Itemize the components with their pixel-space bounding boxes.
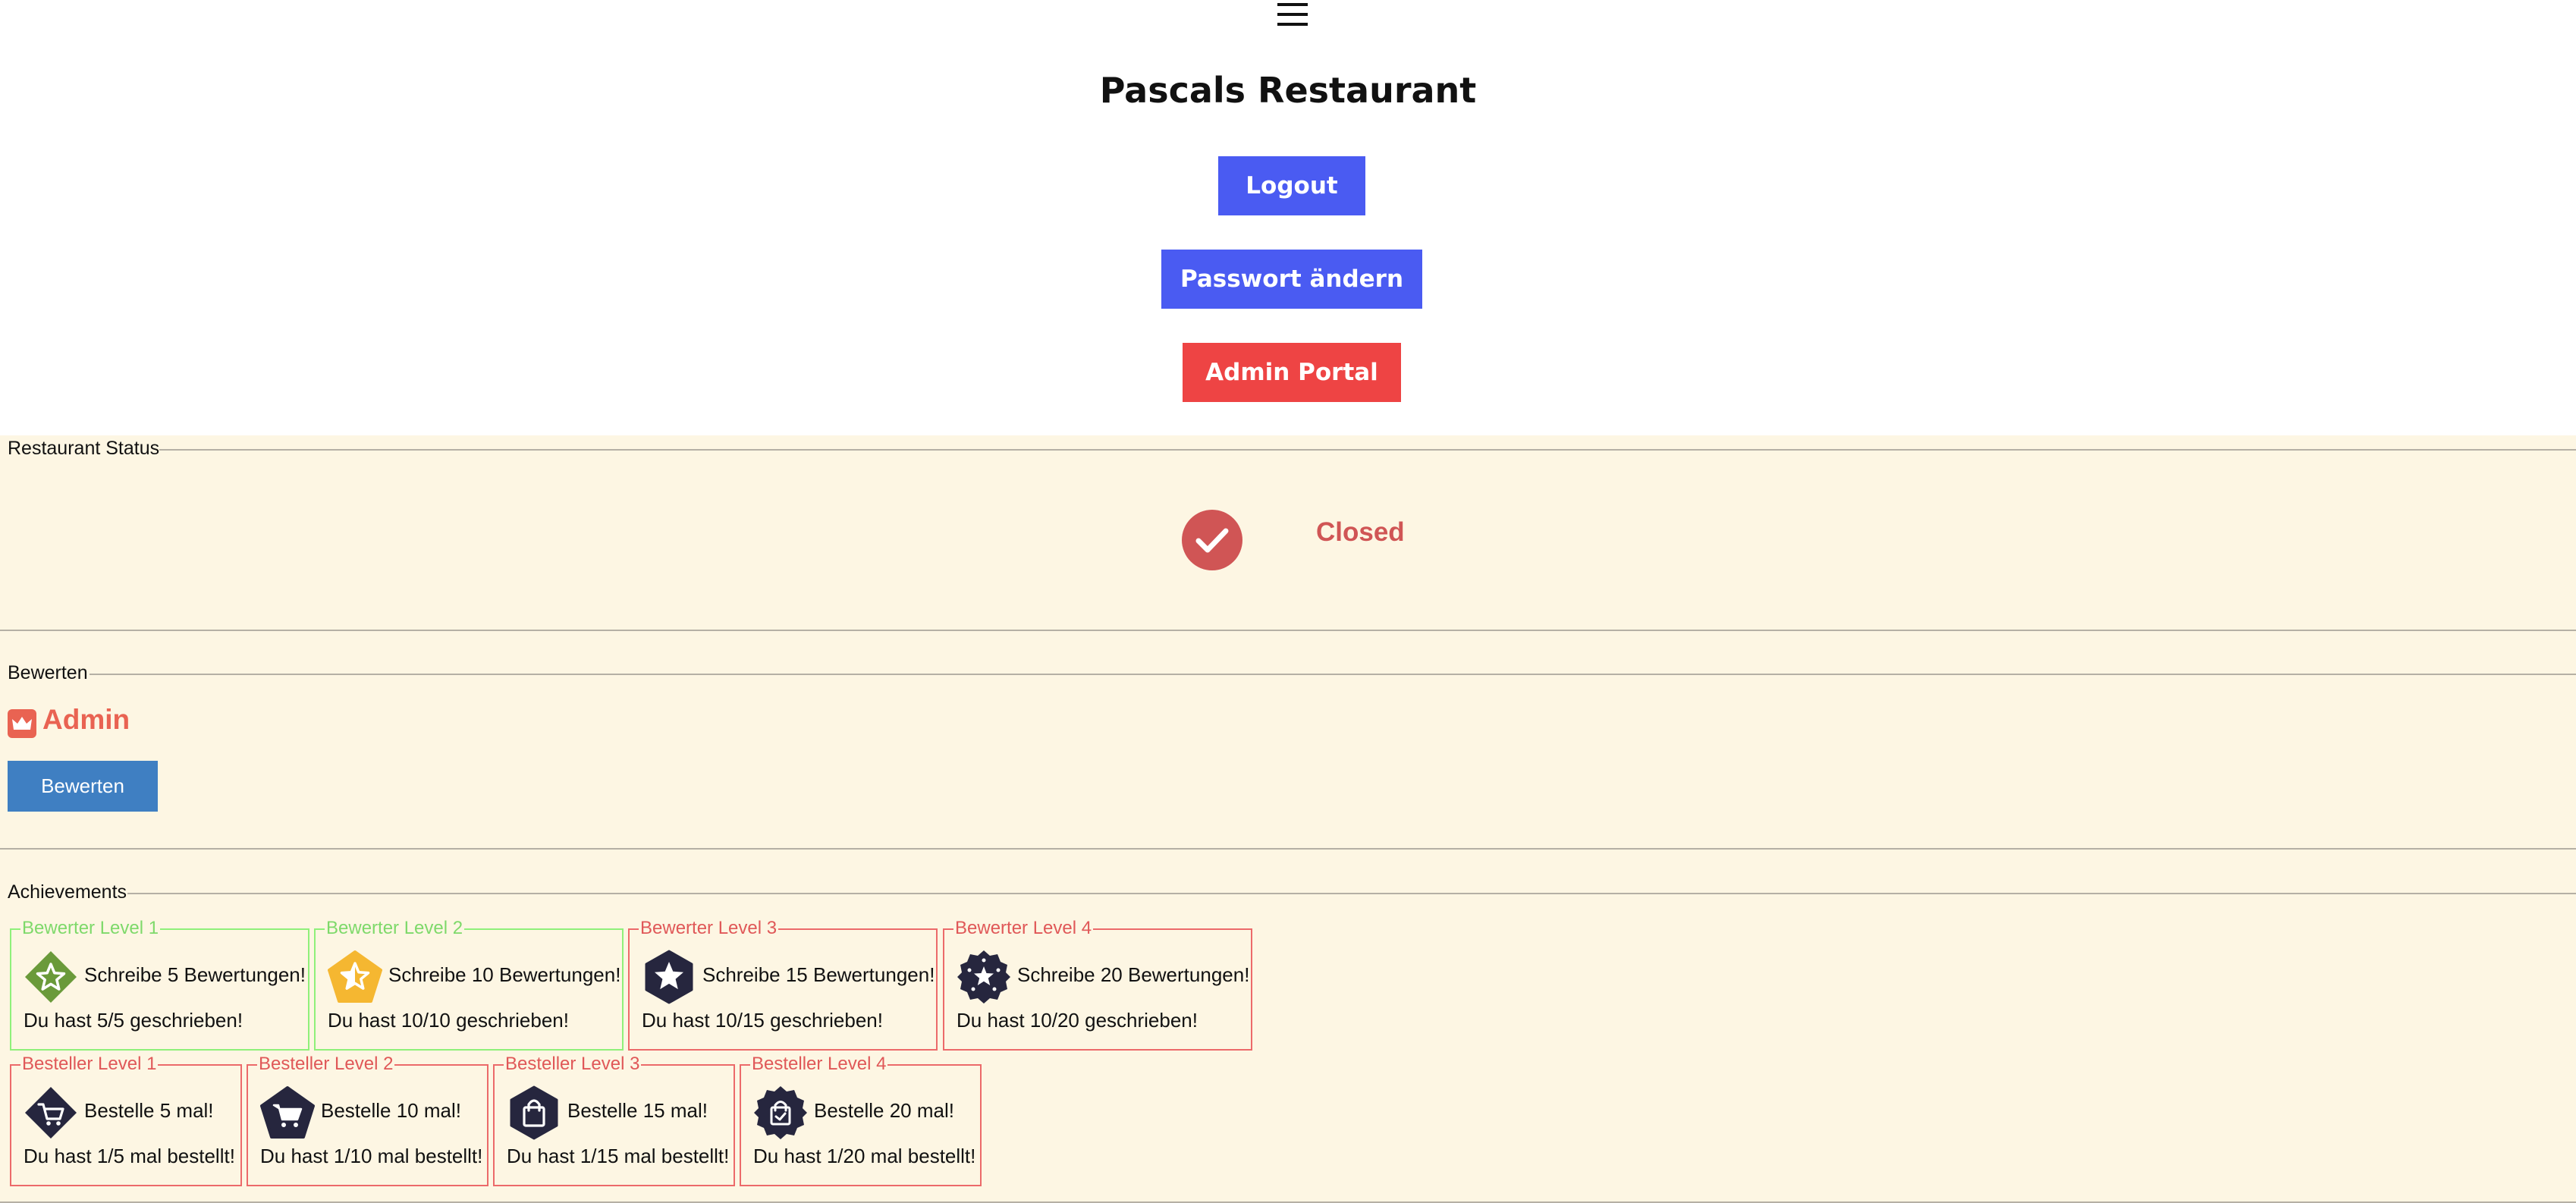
achievement-title: Besteller Level 3 — [504, 1052, 642, 1076]
restaurant-status-legend: Restaurant Status — [8, 438, 160, 459]
change-password-button[interactable]: Passwort ändern — [1161, 250, 1422, 309]
divider — [0, 848, 2576, 850]
achievement-card: Besteller Level 3 Bestelle 15 mal! Du ha… — [493, 1052, 735, 1186]
achievement-progress: Du hast 10/15 geschrieben! — [642, 1009, 883, 1032]
cart-pentagon-icon — [260, 1086, 315, 1139]
achievement-card: Besteller Level 2 Bestelle 10 mal! Du ha… — [247, 1052, 488, 1186]
achievement-goal: Schreibe 20 Bewertungen! — [1017, 963, 1250, 986]
role-label: Admin — [42, 704, 130, 735]
achievement-card: Bewerter Level 3 Schreibe 15 Bewertungen… — [628, 916, 938, 1051]
achievement-card: Bewerter Level 1 Schreibe 5 Bewertungen!… — [10, 916, 309, 1051]
achievement-title: Bewerter Level 1 — [20, 916, 161, 941]
achievement-goal: Bestelle 15 mal! — [567, 1099, 708, 1122]
rating-legend: Bewerten — [8, 662, 88, 683]
achievement-card: Besteller Level 1 Bestelle 5 mal! Du has… — [10, 1052, 242, 1186]
star-hexagon-icon — [645, 950, 693, 1004]
achievement-goal: Bestelle 20 mal! — [814, 1099, 954, 1122]
achievement-progress: Du hast 1/5 mal bestellt! — [24, 1145, 235, 1167]
hamburger-menu-icon[interactable] — [1277, 2, 1308, 27]
star-seal-icon — [957, 950, 1010, 1004]
achievement-progress: Du hast 10/10 geschrieben! — [328, 1009, 569, 1032]
achievement-title: Besteller Level 4 — [750, 1052, 888, 1076]
achievement-progress: Du hast 10/20 geschrieben! — [957, 1009, 1198, 1032]
achievement-goal: Bestelle 5 mal! — [84, 1099, 214, 1122]
achievement-progress: Du hast 5/5 geschrieben! — [24, 1009, 243, 1032]
divider — [159, 449, 2576, 451]
achievements-legend: Achievements — [8, 881, 127, 903]
achievement-card: Besteller Level 4 Bestelle 20 mal! Du ha… — [740, 1052, 982, 1186]
achievement-title: Besteller Level 2 — [257, 1052, 395, 1076]
bag-seal-icon — [754, 1086, 807, 1139]
achievement-goal: Schreibe 10 Bewertungen! — [388, 963, 621, 986]
check-circle-icon — [1182, 510, 1242, 570]
cart-diamond-icon — [25, 1087, 77, 1139]
achievement-progress: Du hast 1/10 mal bestellt! — [260, 1145, 483, 1167]
achievement-title: Bewerter Level 3 — [639, 916, 779, 941]
status-text: Closed — [1316, 517, 1405, 547]
crown-icon — [8, 709, 36, 738]
page-title: Pascals Restaurant — [1099, 70, 1477, 111]
achievement-progress: Du hast 1/20 mal bestellt! — [753, 1145, 976, 1167]
star-diamond-icon — [25, 951, 77, 1003]
achievement-goal: Schreibe 5 Bewertungen! — [84, 963, 306, 986]
logout-button[interactable]: Logout — [1218, 156, 1365, 215]
rating-section — [0, 632, 2576, 850]
achievement-title: Bewerter Level 2 — [325, 916, 465, 941]
achievement-title: Bewerter Level 4 — [953, 916, 1094, 941]
bag-hexagon-icon — [510, 1085, 558, 1140]
restaurant-status-section — [0, 435, 2576, 632]
rate-button[interactable]: Bewerten — [8, 761, 158, 812]
half-star-pentagon-icon — [328, 950, 382, 1003]
achievement-card: Bewerter Level 4 Schreibe 20 Bewertungen… — [943, 916, 1252, 1051]
divider — [90, 674, 2576, 675]
achievement-goal: Bestelle 10 mal! — [321, 1099, 461, 1122]
divider — [0, 630, 2576, 631]
divider — [127, 893, 2576, 894]
admin-portal-button[interactable]: Admin Portal — [1183, 343, 1401, 402]
achievement-progress: Du hast 1/15 mal bestellt! — [507, 1145, 730, 1167]
achievement-title: Besteller Level 1 — [20, 1052, 159, 1076]
achievement-card: Bewerter Level 2 Schreibe 10 Bewertungen… — [314, 916, 624, 1051]
achievement-goal: Schreibe 15 Bewertungen! — [702, 963, 935, 986]
